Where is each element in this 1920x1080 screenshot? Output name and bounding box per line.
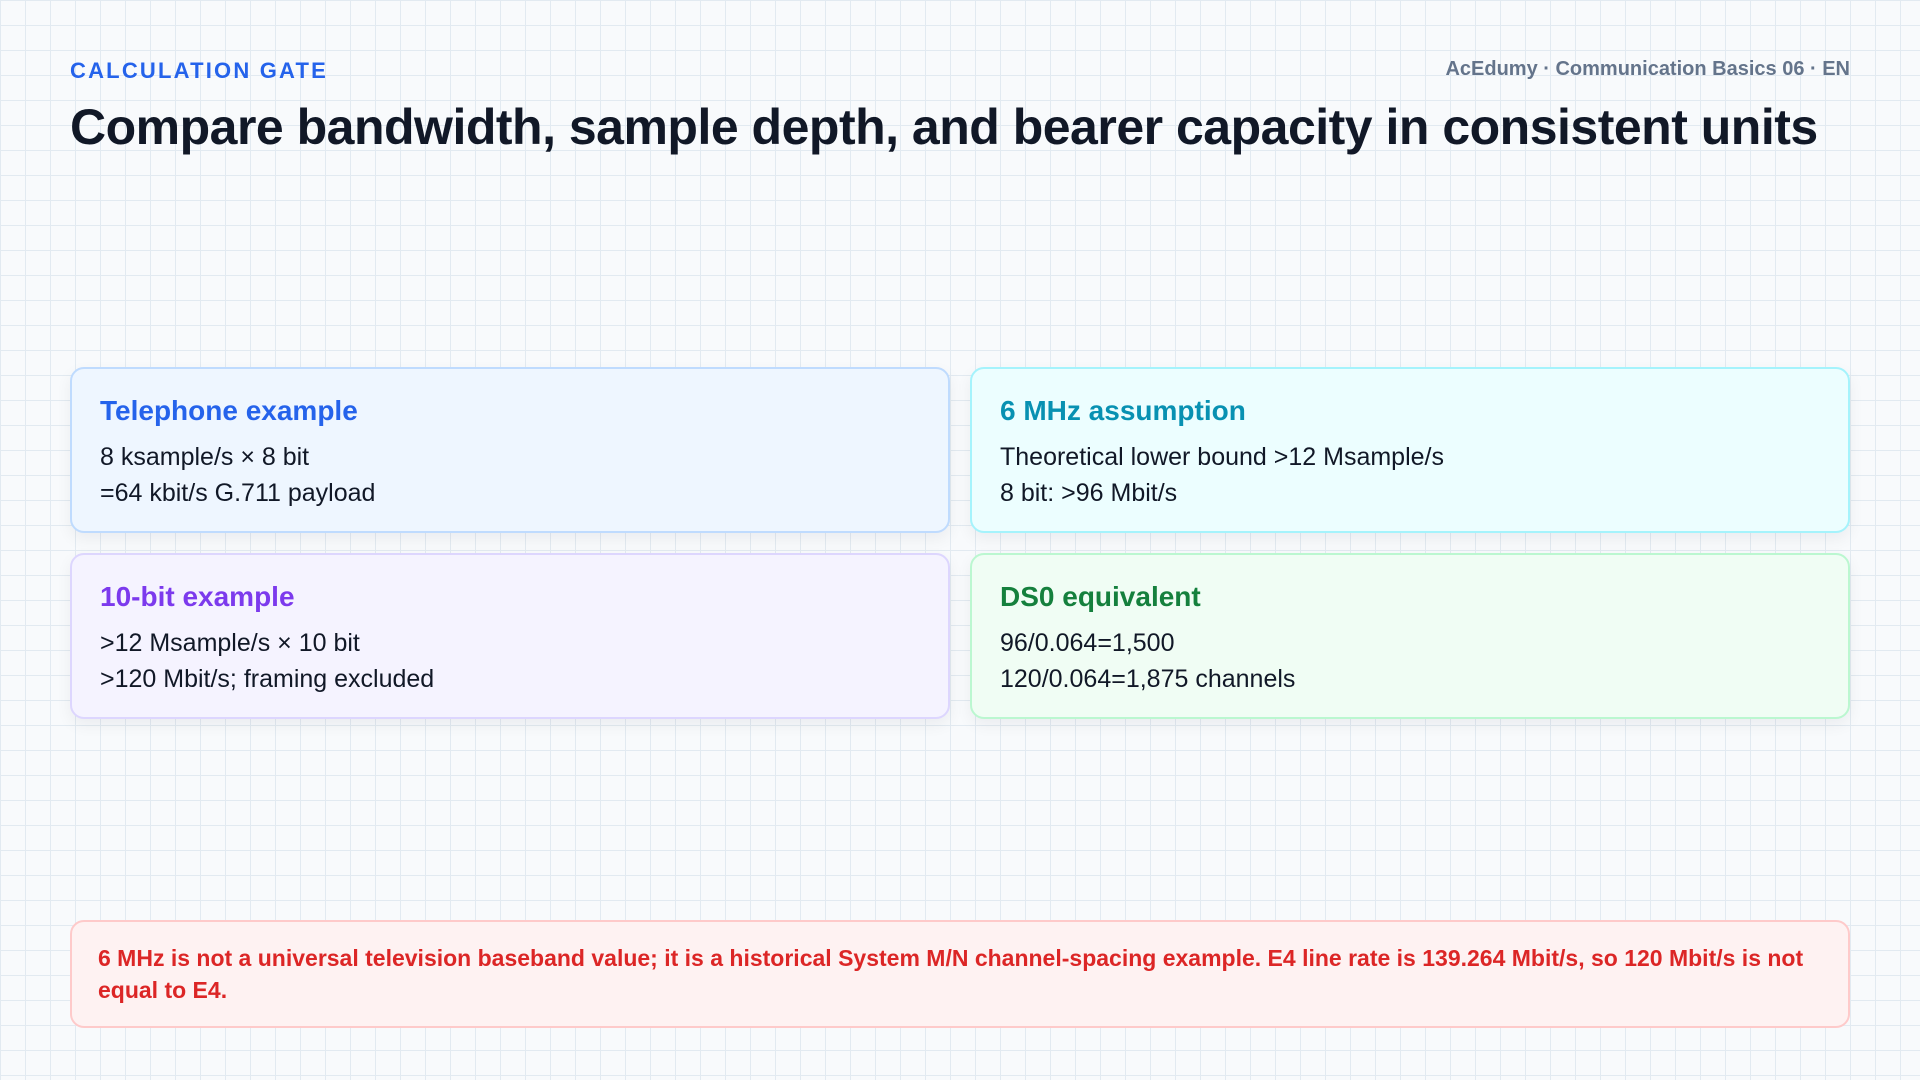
section-eyebrow: CALCULATION GATE: [70, 58, 329, 83]
card-ds0-equivalent: DS0 equivalent 96/0.064=1,500 120/0.064=…: [970, 553, 1850, 719]
course-brand: AcEdumy · Communication Basics 06 · EN: [1445, 58, 1850, 80]
card-line: 120/0.064=1,875 channels: [1000, 665, 1296, 693]
card-title: 6 MHz assumption: [1000, 395, 1246, 426]
card-line: >120 Mbit/s; framing excluded: [100, 665, 435, 693]
card-line: >12 Msample/s × 10 bit: [100, 629, 360, 657]
card-10bit-example: 10-bit example >12 Msample/s × 10 bit >1…: [70, 553, 950, 719]
page-title: Compare bandwidth, sample depth, and bea…: [70, 99, 1818, 155]
card-line: 8 bit: >96 Mbit/s: [1000, 479, 1178, 507]
card-title: 10-bit example: [100, 581, 295, 612]
card-line: 8 ksample/s × 8 bit: [100, 443, 310, 471]
card-title: Telephone example: [100, 395, 358, 426]
card-title: DS0 equivalent: [1000, 581, 1201, 612]
warning-callout: 6 MHz is not a universal television base…: [70, 920, 1850, 1028]
card-line: 96/0.064=1,500: [1000, 629, 1175, 657]
card-line: =64 kbit/s G.711 payload: [100, 479, 376, 507]
card-grid: Telephone example 8 ksample/s × 8 bit =6…: [70, 367, 1850, 719]
card-telephone-example: Telephone example 8 ksample/s × 8 bit =6…: [70, 367, 950, 533]
card-line: Theoretical lower bound >12 Msample/s: [1000, 443, 1444, 471]
card-6mhz-assumption: 6 MHz assumption Theoretical lower bound…: [970, 367, 1850, 533]
